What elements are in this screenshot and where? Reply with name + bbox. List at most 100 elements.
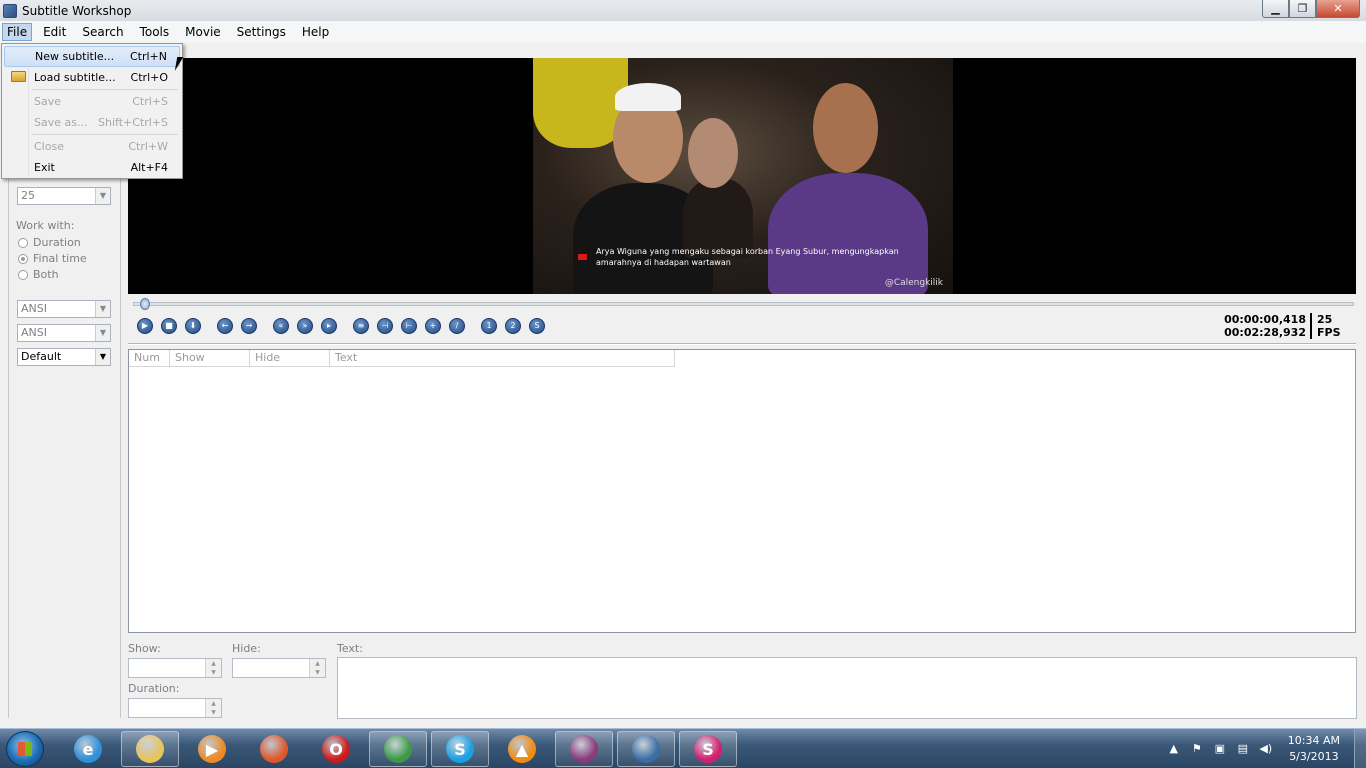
spinner-buttons[interactable]: ▲ ▼ bbox=[205, 659, 221, 677]
spin-down-icon[interactable]: ▼ bbox=[206, 708, 221, 717]
menu-item-new-subtitle[interactable]: New subtitle... Ctrl+N bbox=[4, 46, 180, 67]
device-icon[interactable]: ▣ bbox=[1213, 742, 1227, 756]
charset-select-2[interactable]: ANSI ▼ bbox=[17, 324, 111, 342]
menu-item-load-subtitle[interactable]: Load subtitle... Ctrl+O bbox=[4, 67, 180, 88]
forward-button[interactable]: → bbox=[241, 318, 257, 334]
menu-tools[interactable]: Tools bbox=[135, 23, 175, 41]
radio-dot-checked bbox=[18, 253, 28, 264]
menu-file[interactable]: File bbox=[2, 23, 33, 41]
column-hide[interactable]: Hide bbox=[250, 350, 330, 367]
seek-handle[interactable] bbox=[139, 298, 150, 310]
stop-button[interactable]: ■ bbox=[161, 318, 177, 334]
taskbar-button[interactable]: e bbox=[59, 731, 117, 767]
chevron-up-icon[interactable]: ▲ bbox=[1167, 742, 1181, 756]
taskbar-button[interactable]: O bbox=[307, 731, 365, 767]
start-subtitle-button[interactable]: + bbox=[425, 318, 441, 334]
column-text[interactable]: Text bbox=[330, 350, 675, 367]
next-frame-button[interactable]: ▸ bbox=[321, 318, 337, 334]
menu-settings[interactable]: Settings bbox=[232, 23, 291, 41]
fps-select[interactable]: 25 ▼ bbox=[17, 187, 111, 205]
maximize-button[interactable]: ❐ bbox=[1289, 0, 1316, 18]
radio-duration[interactable]: Duration bbox=[18, 236, 81, 249]
end-subtitle-button[interactable]: / bbox=[449, 318, 465, 334]
taskbar-button[interactable] bbox=[245, 731, 303, 767]
start-button[interactable] bbox=[6, 731, 44, 767]
sync-point-1-button[interactable]: 1 bbox=[481, 318, 497, 334]
network-icon[interactable]: ▤ bbox=[1236, 742, 1250, 756]
spin-up-icon[interactable]: ▲ bbox=[310, 659, 325, 668]
taskbar-button[interactable]: S bbox=[679, 731, 737, 767]
window-controls: ▁ ❐ ✕ bbox=[1262, 0, 1360, 18]
toggle-subtitles-button[interactable]: ≡ bbox=[353, 318, 369, 334]
column-num[interactable]: Num bbox=[129, 350, 170, 367]
sync-button[interactable]: S bbox=[529, 318, 545, 334]
hide-time-input[interactable]: ▲ ▼ bbox=[232, 658, 326, 678]
spin-down-icon[interactable]: ▼ bbox=[206, 668, 221, 677]
taskbar-button[interactable]: S bbox=[431, 731, 489, 767]
rewind-button[interactable]: ← bbox=[217, 318, 233, 334]
close-button[interactable]: ✕ bbox=[1316, 0, 1360, 18]
back-fast-button[interactable]: « bbox=[273, 318, 289, 334]
subtitle-list[interactable]: Num Show Hide Text bbox=[128, 349, 1356, 633]
media-player-icon: ▶ bbox=[198, 735, 226, 763]
sync-point-2-button[interactable]: 2 bbox=[505, 318, 521, 334]
taskbar-button[interactable] bbox=[121, 731, 179, 767]
video-player[interactable]: Arya Wiguna yang mengaku sebagai korban … bbox=[128, 58, 1356, 294]
menu-item-close[interactable]: Close Ctrl+W bbox=[4, 136, 180, 157]
menu-separator bbox=[32, 134, 178, 135]
radio-duration-label: Duration bbox=[33, 236, 81, 249]
chevron-down-icon[interactable]: ▼ bbox=[95, 325, 110, 341]
style-select[interactable]: Default ▼ bbox=[17, 348, 111, 366]
seek-bar[interactable] bbox=[133, 298, 1354, 310]
spin-up-icon[interactable]: ▲ bbox=[206, 699, 221, 708]
chevron-down-icon[interactable]: ▼ bbox=[95, 349, 110, 365]
radio-final-time[interactable]: Final time bbox=[18, 252, 87, 265]
app-icon[interactable] bbox=[3, 3, 17, 18]
chevron-down-icon[interactable]: ▼ bbox=[95, 188, 110, 204]
menu-search[interactable]: Search bbox=[77, 23, 128, 41]
taskbar-button[interactable] bbox=[617, 731, 675, 767]
video-subtitle: Arya Wiguna yang mengaku sebagai korban … bbox=[578, 246, 908, 268]
column-show[interactable]: Show bbox=[170, 350, 250, 367]
menu-item-save-as[interactable]: Save as... Shift+Ctrl+S bbox=[4, 112, 180, 133]
set-show-time-button[interactable]: ⊣ bbox=[377, 318, 393, 334]
menu-item-label: Load subtitle... bbox=[34, 71, 116, 84]
taskbar-button[interactable] bbox=[555, 731, 613, 767]
video-figure bbox=[688, 118, 738, 188]
show-desktop-button[interactable] bbox=[1354, 729, 1366, 768]
duration-label: Duration: bbox=[128, 682, 180, 695]
radio-both[interactable]: Both bbox=[18, 268, 59, 281]
clock[interactable]: 10:34 AM 5/3/2013 bbox=[1288, 733, 1340, 765]
menu-item-exit[interactable]: Exit Alt+F4 bbox=[4, 157, 180, 178]
charset-2-value: ANSI bbox=[21, 326, 47, 339]
subtitle-text-input[interactable] bbox=[337, 657, 1357, 719]
charset-select-1[interactable]: ANSI ▼ bbox=[17, 300, 111, 318]
spin-down-icon[interactable]: ▼ bbox=[310, 668, 325, 677]
taskbar-button[interactable] bbox=[369, 731, 427, 767]
forward-fast-button[interactable]: » bbox=[297, 318, 313, 334]
menu-help[interactable]: Help bbox=[297, 23, 334, 41]
spin-up-icon[interactable]: ▲ bbox=[206, 659, 221, 668]
clock-date: 5/3/2013 bbox=[1289, 750, 1339, 763]
vlc-icon: ▲ bbox=[508, 735, 536, 763]
menu-edit[interactable]: Edit bbox=[38, 23, 71, 41]
menu-item-save[interactable]: Save Ctrl+S bbox=[4, 91, 180, 112]
taskbar-button[interactable]: ▶ bbox=[183, 731, 241, 767]
subtitle-line-1: Arya Wiguna yang mengaku sebagai korban … bbox=[596, 247, 899, 256]
volume-icon[interactable]: ◀) bbox=[1259, 742, 1273, 756]
set-hide-time-button[interactable]: ⊢ bbox=[401, 318, 417, 334]
duration-input[interactable]: ▲ ▼ bbox=[128, 698, 222, 718]
taskbar-button[interactable]: ▲ bbox=[493, 731, 551, 767]
chevron-down-icon[interactable]: ▼ bbox=[95, 301, 110, 317]
menu-item-label: Save as... bbox=[34, 116, 88, 129]
pause-button[interactable]: ⬇ bbox=[185, 318, 201, 334]
minimize-button[interactable]: ▁ bbox=[1262, 0, 1289, 18]
internet-explorer-icon: e bbox=[74, 735, 102, 763]
action-center-flag-icon[interactable]: ⚑ bbox=[1190, 742, 1204, 756]
menu-separator bbox=[32, 89, 178, 90]
spinner-buttons[interactable]: ▲ ▼ bbox=[205, 699, 221, 717]
spinner-buttons[interactable]: ▲ ▼ bbox=[309, 659, 325, 677]
show-time-input[interactable]: ▲ ▼ bbox=[128, 658, 222, 678]
play-button[interactable]: ▶ bbox=[137, 318, 153, 334]
menu-movie[interactable]: Movie bbox=[180, 23, 226, 41]
